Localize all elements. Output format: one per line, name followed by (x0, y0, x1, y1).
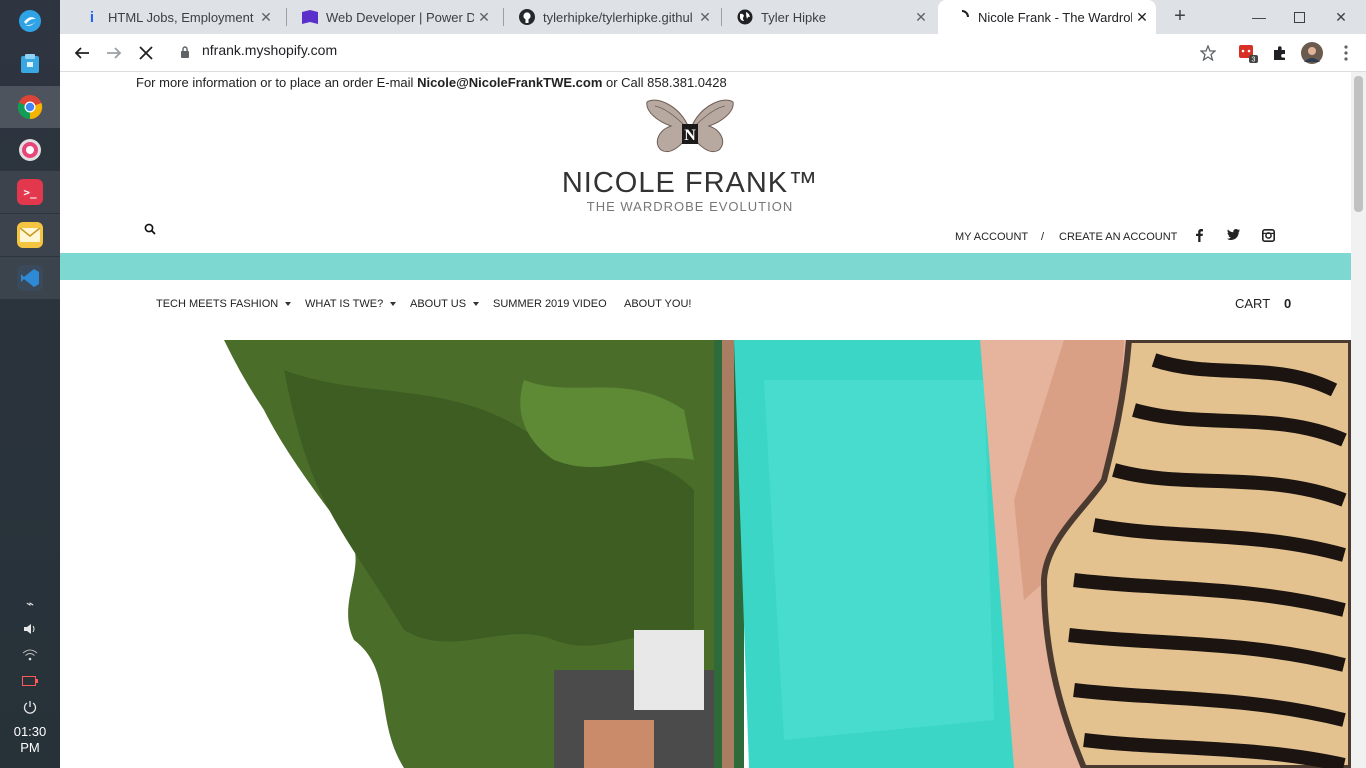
twitter-icon[interactable] (1227, 229, 1240, 243)
butterfly-logo-icon: N (646, 99, 734, 152)
contact-email-link[interactable]: Nicole@NicoleFrankTWE.com (417, 75, 602, 90)
close-icon[interactable]: ✕ (256, 9, 276, 26)
tab-github[interactable]: tylerhipke/tylerhipke.githul ✕ (503, 0, 719, 34)
launcher-icon (17, 8, 43, 34)
volume-icon[interactable] (0, 622, 60, 636)
cart-count[interactable]: 0 (1284, 296, 1291, 311)
web-page: For more information or to place an orde… (60, 72, 1351, 768)
minimize-button[interactable]: — (1238, 0, 1280, 34)
cart-link[interactable]: CART (1235, 296, 1270, 311)
back-button[interactable] (68, 40, 96, 66)
facebook-icon[interactable] (1196, 229, 1203, 245)
usb-icon[interactable]: ⌁ (0, 596, 60, 612)
indeed-icon: i (89, 8, 95, 26)
launcher-button[interactable] (0, 0, 60, 42)
scrollbar-thumb[interactable] (1354, 76, 1363, 212)
brand-name: NICOLE FRANK™ (561, 167, 819, 199)
nav-summer-2019-video[interactable]: SUMMER 2019 VIDEO (493, 298, 607, 310)
account-separator: / (1041, 231, 1045, 243)
settings-button[interactable] (0, 129, 60, 171)
tab-strip: i HTML Jobs, Employment in ✕ Web Develop… (60, 0, 1366, 34)
new-tab-button[interactable]: + (1168, 5, 1192, 29)
page-scrollbar[interactable] (1351, 72, 1366, 768)
tab-nicole-frank[interactable]: Nicole Frank - The Wardrob ✕ (938, 0, 1156, 34)
tab-title: tylerhipke/tylerhipke.githul (543, 9, 693, 25)
battery-icon[interactable] (0, 676, 60, 686)
info-prefix: For more information or to place an orde… (136, 75, 418, 90)
nav-about-you[interactable]: ABOUT YOU! (624, 298, 691, 310)
caret-down-icon (473, 302, 480, 306)
extension-icon[interactable]: 3 (1234, 40, 1262, 66)
chrome-icon (17, 94, 43, 120)
mail-button[interactable] (0, 214, 60, 256)
close-icon[interactable]: ✕ (695, 9, 715, 26)
nav-tech-meets-fashion[interactable]: TECH MEETS FASHION (156, 298, 292, 310)
hero-image[interactable] (224, 340, 1351, 768)
menu-kebab-icon[interactable] (1332, 40, 1360, 66)
tab-title: Web Developer | Power Dig (326, 9, 474, 25)
caret-down-icon (285, 302, 292, 306)
maximize-button[interactable] (1278, 0, 1320, 34)
clock-ampm: PM (20, 740, 40, 755)
vscode-icon (17, 265, 43, 291)
nav-label: WHAT IS TWE? (305, 298, 384, 310)
vscode-button[interactable] (0, 257, 60, 299)
files-icon (17, 51, 43, 77)
my-account-link[interactable]: MY ACCOUNT (955, 231, 1028, 243)
power-icon[interactable] (0, 700, 60, 714)
accent-banner (60, 253, 1351, 280)
tab-title: Tyler Hipke (761, 9, 827, 25)
bookmark-star-icon[interactable] (1194, 40, 1222, 66)
site-logo[interactable]: N NICOLE FRANK™ THE WARDROBE EVOLUTION (550, 98, 830, 215)
clock-time: 01:30 (13, 724, 47, 739)
close-icon[interactable]: ✕ (911, 9, 931, 26)
tab-title: Nicole Frank - The Wardrob (978, 9, 1132, 25)
settings-icon (17, 137, 43, 163)
close-window-button[interactable]: ✕ (1320, 0, 1362, 34)
svg-text:N: N (684, 127, 696, 144)
terminal-icon: >_ (17, 179, 43, 205)
search-icon[interactable] (144, 222, 156, 240)
github-icon (519, 9, 535, 25)
stop-loading-button[interactable] (132, 40, 160, 66)
extension-badge: 3 (1252, 57, 1256, 64)
nav-label: ABOUT YOU! (624, 298, 692, 310)
nav-what-is-twe[interactable]: WHAT IS TWE? (305, 298, 397, 310)
tab-title: HTML Jobs, Employment in (108, 9, 256, 25)
caret-down-icon (390, 302, 397, 306)
files-button[interactable] (0, 43, 60, 85)
terminal-button[interactable]: >_ (0, 171, 60, 213)
extensions-puzzle-icon[interactable] (1266, 40, 1294, 66)
lock-icon[interactable] (180, 45, 190, 63)
info-suffix: or Call 858.381.0428 (602, 75, 727, 90)
nav-about-us[interactable]: ABOUT US (410, 298, 480, 310)
globe-icon (737, 9, 753, 25)
tab-tyler-hipke[interactable]: Tyler Hipke ✕ (721, 0, 935, 34)
power-digital-icon (302, 9, 318, 25)
loading-icon (954, 9, 970, 25)
wifi-icon[interactable] (0, 649, 60, 661)
os-dock: >_ ⌁ 01:30 PM (0, 0, 60, 768)
brand-tagline: THE WARDROBE EVOLUTION (586, 199, 794, 214)
nav-label: SUMMER 2019 VIDEO (493, 298, 607, 310)
system-clock[interactable]: 01:30 PM (0, 724, 60, 756)
browser-toolbar: nfrank.myshopify.com 3 (60, 34, 1366, 72)
chrome-button[interactable] (0, 86, 60, 128)
profile-avatar[interactable] (1298, 40, 1326, 66)
forward-button[interactable] (100, 40, 128, 66)
instagram-icon[interactable] (1262, 229, 1275, 245)
address-bar[interactable]: nfrank.myshopify.com (202, 42, 337, 58)
nav-label: ABOUT US (410, 298, 467, 310)
mail-icon (17, 222, 43, 248)
contact-info-bar: For more information or to place an orde… (136, 75, 727, 90)
create-account-link[interactable]: CREATE AN ACCOUNT (1059, 231, 1177, 243)
nav-label: TECH MEETS FASHION (156, 298, 279, 310)
close-icon[interactable]: ✕ (1132, 9, 1152, 26)
tab-power-digital[interactable]: Web Developer | Power Dig ✕ (286, 0, 498, 34)
tab-indeed[interactable]: i HTML Jobs, Employment in ✕ (68, 0, 280, 34)
close-icon[interactable]: ✕ (474, 9, 494, 26)
